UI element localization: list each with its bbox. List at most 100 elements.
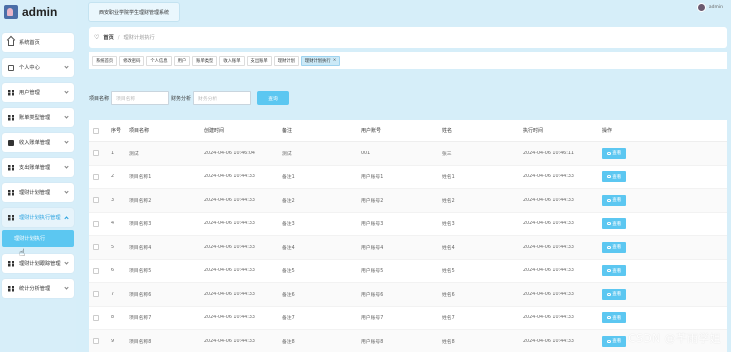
cell-created-time: 2024-04-06 10:44:33 [204,315,255,321]
data-table: 序号 项目名称 创建时间 备注 用户账号 姓名 执行时间 操作 1 测试 2024-… [89,120,727,352]
cell-user-account: 001 [361,150,371,156]
header-actions: 操作 [602,128,613,134]
eye-icon [606,175,611,179]
row-checkbox[interactable] [93,197,99,204]
cell-remark: 备注1 [282,175,295,181]
row-checkbox[interactable] [93,291,99,298]
cell-exec-time: 2024-04-06 10:44:33 [523,291,574,297]
sidebar-item-bill-type[interactable]: 账单类型管理 [2,108,74,127]
tag-income-bill[interactable]: 收入账单 [219,55,245,66]
chevron-down-icon [64,189,69,194]
tag-change-password[interactable]: 修改密码 [119,55,145,66]
row-checkbox[interactable] [93,338,99,345]
tag-plan-execution[interactable]: 理财计划执行 × [300,55,341,66]
tag-home[interactable]: 系统首页 [92,55,118,66]
cell-actions: 查看 [602,265,702,277]
row-checkbox[interactable] [93,150,99,157]
cell-project-name: 项目名称8 [129,339,152,345]
sidebar-item-user-management[interactable]: 用户管理 [2,83,74,102]
row-select-cell [89,267,111,274]
cell-exec-time: 2024-04-06 10:46:11 [523,150,574,156]
cell-exec-time: 2024-04-06 10:44:33 [523,244,574,250]
tag-personal-info[interactable]: 个人信息 [146,55,172,66]
cell-user-account: 用户账号4 [361,245,384,251]
view-button[interactable]: 查看 [602,147,626,159]
row-select-cell [89,173,111,180]
sidebar-subitem-plan-execution[interactable]: 理财计划执行 [2,230,74,247]
sidebar-item-home[interactable]: 系统首页 [2,33,74,52]
project-name-input[interactable]: 项目名称 [111,91,170,105]
sidebar-item-income-bill[interactable]: 收入账单管理 [2,133,74,152]
cell-name: 姓名1 [442,175,455,181]
row-select-cell [89,197,111,204]
cell-index: 1 [111,150,115,156]
view-button[interactable]: 查看 [602,335,626,347]
cell-actions: 查看 [602,147,702,159]
cell-project-name: 测试 [129,151,139,157]
cell-actions: 查看 [602,194,702,206]
grid-icon [8,164,14,171]
tag-user[interactable]: 用户 [173,55,191,66]
row-checkbox[interactable] [93,220,99,227]
select-all-checkbox[interactable] [93,127,99,134]
eye-icon [606,339,611,343]
view-button[interactable]: 查看 [602,218,626,230]
view-button[interactable]: 查看 [602,194,626,206]
tag-expense-bill[interactable]: 支出账单 [246,55,272,66]
cell-actions: 查看 [602,171,702,183]
row-checkbox[interactable] [93,314,99,321]
cell-created-time: 2024-04-06 10:44:33 [204,338,255,344]
sidebar-item-personal-center[interactable]: 个人中心 [2,58,74,77]
tag-finance-plan[interactable]: 理财计划 [273,55,299,66]
table-row: 2 项目名称1 2024-04-06 10:44:33 备注1 用户账号1 姓名1 2024… [89,166,727,189]
sidebar-item-plan-tracking[interactable]: 理财计划跟踪管理 [2,254,74,273]
select-all-cell [89,127,111,134]
cell-remark: 备注7 [282,316,295,322]
eye-icon [606,292,611,296]
avatar[interactable] [697,3,706,12]
view-button[interactable]: 查看 [602,171,626,183]
row-select-cell [89,244,111,251]
grid-icon [8,214,14,221]
finance-analysis-input[interactable]: 财务分析 [193,91,252,105]
view-button[interactable]: 查看 [602,288,626,300]
close-icon[interactable]: × [333,58,337,63]
eye-icon [606,198,611,202]
sidebar-item-label: 系统首页 [19,40,40,46]
cell-exec-time: 2024-04-06 10:44:33 [523,174,574,180]
user-icon [8,64,14,71]
user-name[interactable]: admin [709,5,723,10]
home-icon [8,39,14,46]
cell-index: 3 [111,197,115,203]
chevron-down-icon [64,114,69,119]
row-checkbox[interactable] [93,244,99,251]
row-checkbox[interactable] [93,267,99,274]
cell-exec-time: 2024-04-06 10:44:33 [523,268,574,274]
search-button[interactable]: 查询 [257,91,290,105]
view-button[interactable]: 查看 [602,265,626,277]
sidebar-item-expense-bill[interactable]: 支出账单管理 [2,158,74,177]
tag-bill-type[interactable]: 账单类型 [192,55,218,66]
cell-user-account: 用户账号3 [361,222,384,228]
view-button[interactable]: 查看 [602,241,626,253]
table-row: 1 测试 2024-04-06 10:46:04 测试 001 张三 2024-04-06 … [89,142,727,166]
cell-actions: 查看 [602,312,702,324]
system-title: 西安职业学院学生理财管理系统 [88,2,180,22]
sidebar-item-label: 账单类型管理 [19,115,51,121]
grid-icon [8,189,14,196]
sidebar-item-statistics[interactable]: 统计分析管理 [2,279,74,298]
view-button[interactable]: 查看 [602,312,626,324]
header-name: 姓名 [442,128,453,134]
row-checkbox[interactable] [93,173,99,180]
cell-name: 姓名6 [442,292,455,298]
cell-created-time: 2024-04-06 10:44:33 [204,244,255,250]
sidebar-item-plan-execution[interactable]: 理财计划执行管理 [2,208,74,227]
chevron-down-icon [64,89,69,94]
breadcrumb-home[interactable]: 首页 [103,34,113,41]
sidebar-item-label: 统计分析管理 [19,286,51,292]
cell-index: 5 [111,244,115,250]
row-select-cell [89,314,111,321]
sidebar-item-finance-plan[interactable]: 理财计划管理 [2,183,74,202]
watermark: CSDN @芊雨学姐 [628,332,721,345]
sidebar-item-label: 用户管理 [19,90,40,96]
